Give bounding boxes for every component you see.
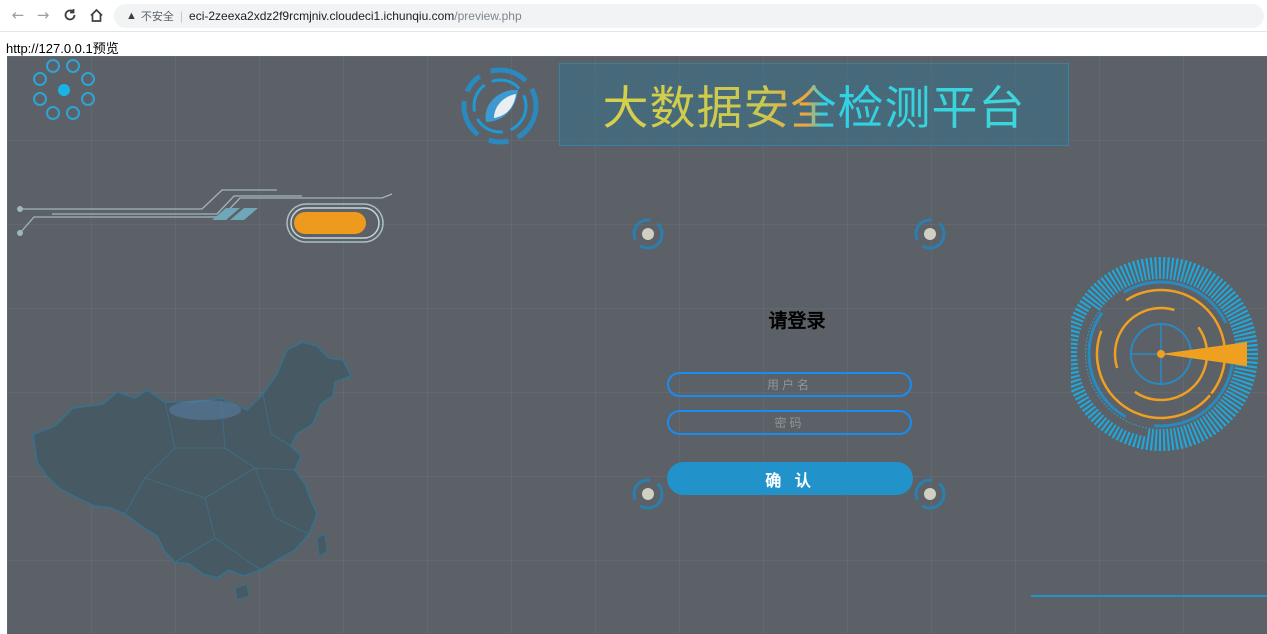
url-path[interactable]: /preview.php	[454, 9, 521, 23]
url-host[interactable]: eci-2zeexa2xdz2f9rcmjniv.cloudeci1.ichun…	[189, 9, 454, 23]
back-arrow-icon[interactable]: ←	[8, 5, 28, 25]
corner-gauge-icon	[914, 478, 946, 510]
corner-gauge-icon	[632, 478, 664, 510]
login-title: 请登录	[768, 310, 826, 332]
corner-gauge-icon	[632, 218, 664, 250]
dot-ring-decoration	[33, 59, 95, 120]
reload-icon[interactable]	[60, 5, 80, 25]
password-input[interactable]	[667, 410, 912, 435]
bottom-line-decoration	[1031, 595, 1267, 597]
corner-gauge-icon	[914, 218, 946, 250]
page-title: 大数据安全检测平台	[603, 72, 1026, 138]
security-status[interactable]: 不安全	[141, 8, 174, 24]
radar-gauge-decoration	[1071, 257, 1258, 451]
title-banner: 大数据安全检测平台	[559, 63, 1069, 146]
confirm-button[interactable]: 确 认	[667, 462, 913, 495]
warning-icon[interactable]: ▲	[126, 10, 137, 22]
browser-toolbar: ← → ▲ 不安全 | eci-2zeexa2xdz2f9rcmjniv.clo…	[0, 0, 1267, 32]
china-map-decoration	[32, 341, 353, 601]
forward-arrow-icon[interactable]: →	[33, 5, 53, 25]
username-input[interactable]	[667, 372, 912, 397]
logo-ring-icon	[461, 67, 539, 145]
address-bar[interactable]: ▲ 不安全 | eci-2zeexa2xdz2f9rcmjniv.cloudec…	[114, 4, 1264, 28]
home-icon[interactable]	[86, 5, 106, 25]
divider: |	[179, 9, 184, 23]
app-stage: 大数据安全检测平台 请登录 确 认	[7, 56, 1267, 634]
circuit-lines-decoration	[17, 189, 392, 243]
preview-label: http://127.0.0.1预览	[6, 41, 119, 56]
